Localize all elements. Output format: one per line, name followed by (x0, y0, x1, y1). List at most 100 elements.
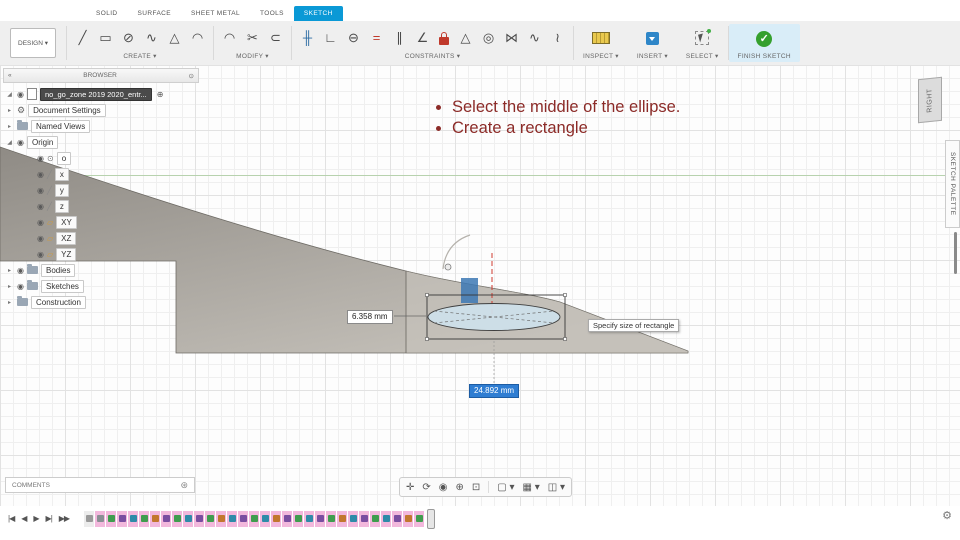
browser-item-YZ[interactable]: ◉ ▱ YZ (3, 246, 199, 262)
browser-item-z[interactable]: ◉ ╱ z (3, 198, 199, 214)
step-forward-button[interactable]: ▶| (46, 514, 53, 523)
select-cursor-icon[interactable] (695, 29, 712, 45)
timeline-feature-icon[interactable] (238, 510, 249, 527)
timeline-feature-icon[interactable] (348, 510, 359, 527)
corner-handle[interactable] (425, 293, 429, 297)
browser-item-named-views[interactable]: ▸ Named Views (3, 118, 199, 134)
visibility-eye-icon[interactable]: ◉ (37, 234, 44, 243)
timeline-feature-icon[interactable] (150, 510, 161, 527)
tab-solid[interactable]: SOLID (86, 6, 128, 21)
timeline-feature-icon[interactable] (205, 510, 216, 527)
create-group-label[interactable]: CREATE ▾ (123, 52, 156, 60)
select-group-label[interactable]: SELECT ▾ (686, 52, 719, 60)
smooth-icon[interactable]: ≀ (551, 27, 564, 49)
settings-gear-icon[interactable]: ⚙ (942, 509, 952, 522)
comments-options-icon[interactable]: ⊛ (180, 480, 188, 491)
collapse-arrow-icon[interactable]: ▸ (5, 283, 14, 290)
rectangle-icon[interactable]: ▭ (99, 27, 112, 49)
timeline-feature-icon[interactable] (117, 510, 128, 527)
browser-item-y[interactable]: ◉ ╱ y (3, 182, 199, 198)
insert-icon[interactable] (645, 31, 659, 45)
timeline-feature-icon[interactable] (392, 510, 403, 527)
design-dropdown[interactable]: DESIGN ▾ (10, 28, 56, 58)
finish-check-icon[interactable]: ✓ (756, 30, 773, 47)
blue-selection-highlight[interactable] (461, 278, 478, 303)
fix-icon[interactable] (439, 31, 449, 45)
browser-item-bodies[interactable]: ▸ ◉ Bodies (3, 262, 199, 278)
pan-icon[interactable]: ✛ (406, 482, 414, 493)
line-icon[interactable]: ╱ (76, 27, 89, 49)
display-settings-icon[interactable]: ▢ ▾ (497, 482, 514, 493)
horizontal-vertical-icon[interactable]: ╫ (301, 27, 314, 49)
collapse-arrow-icon[interactable]: ▸ (5, 107, 14, 114)
measure-icon[interactable] (591, 32, 610, 44)
timeline-feature-icon[interactable] (359, 510, 370, 527)
corner-handle[interactable] (563, 293, 567, 297)
timeline-feature-icon[interactable] (106, 510, 117, 527)
timeline-feature-icon[interactable] (403, 510, 414, 527)
visibility-eye-icon[interactable]: ◉ (37, 154, 44, 163)
visibility-eye-icon[interactable]: ◉ (17, 138, 24, 147)
insert-group-label[interactable]: INSERT ▾ (637, 52, 668, 60)
visibility-eye-icon[interactable]: ◉ (37, 250, 44, 259)
browser-item-sketches[interactable]: ▸ ◉ Sketches (3, 278, 199, 294)
browser-header[interactable]: « BROWSER ⊙ (3, 68, 199, 83)
polygon-icon[interactable]: △ (168, 27, 181, 49)
visibility-eye-icon[interactable]: ◉ (17, 90, 24, 99)
sketch-point-handle[interactable] (444, 263, 452, 271)
offset-icon[interactable]: ⊂ (269, 27, 282, 49)
browser-options-icon[interactable]: ⊙ (189, 72, 194, 80)
timeline-feature-icon[interactable] (183, 510, 194, 527)
visibility-eye-icon[interactable]: ◉ (17, 266, 24, 275)
expand-arrow-icon[interactable]: ◢ (5, 139, 14, 146)
inspect-group-label[interactable]: INSPECT ▾ (583, 52, 619, 60)
visibility-eye-icon[interactable]: ◉ (37, 186, 44, 195)
trim-icon[interactable]: ✂ (246, 27, 259, 49)
corner-handle[interactable] (425, 337, 429, 341)
visibility-eye-icon[interactable]: ◉ (37, 202, 44, 211)
sketch-palette-tab[interactable]: SKETCH PALETTE (945, 140, 960, 228)
collinear-icon[interactable]: ∠ (416, 27, 429, 49)
tab-surface[interactable]: SURFACE (128, 6, 182, 21)
timeline-feature-icon[interactable] (216, 510, 227, 527)
timeline-feature-icon[interactable] (139, 510, 150, 527)
timeline-feature-icon[interactable] (293, 510, 304, 527)
timeline-feature-icon[interactable] (271, 510, 282, 527)
browser-item-construction[interactable]: ▸ Construction (3, 294, 199, 310)
tab-sheet-metal[interactable]: SHEET METAL (181, 6, 250, 21)
timeline-feature-icon[interactable] (414, 510, 425, 527)
timeline-feature-icon[interactable] (249, 510, 260, 527)
browser-collapse-icon[interactable]: « (8, 72, 12, 79)
concentric-icon[interactable]: ◎ (482, 27, 495, 49)
tab-sketch[interactable]: SKETCH (293, 6, 343, 21)
timeline-feature-icon[interactable] (326, 510, 337, 527)
timeline-feature-icon[interactable] (370, 510, 381, 527)
dimension-width-field[interactable]: 6.358 mm (347, 310, 393, 324)
collapse-arrow-icon[interactable]: ▸ (5, 123, 14, 130)
browser-item-XY[interactable]: ◉ ▱ XY (3, 214, 199, 230)
timeline-feature-icon[interactable] (194, 510, 205, 527)
corner-handle[interactable] (563, 337, 567, 341)
look-at-icon[interactable]: ◉ (439, 482, 448, 493)
circle-icon[interactable]: ⊘ (122, 27, 135, 49)
arc-icon[interactable]: ◠ (191, 27, 204, 49)
orbit-icon[interactable]: ⟳ (422, 482, 430, 493)
visibility-eye-icon[interactable]: ◉ (37, 170, 44, 179)
collapse-arrow-icon[interactable]: ▸ (5, 299, 14, 306)
timeline-feature-icon[interactable] (337, 510, 348, 527)
view-cube-face-label[interactable]: RIGHT (927, 87, 934, 112)
dimension-height-field[interactable]: 24.892 mm (469, 384, 520, 398)
timeline-feature-icon[interactable] (161, 510, 172, 527)
timeline-feature-icon[interactable] (381, 510, 392, 527)
play-button[interactable]: ▶ (33, 514, 39, 523)
step-back-button[interactable]: ◀ (21, 514, 27, 523)
timeline-origin-icon[interactable] (84, 510, 95, 527)
spline-icon[interactable]: ∿ (145, 27, 158, 49)
visibility-eye-icon[interactable]: ◉ (17, 282, 24, 291)
collapse-arrow-icon[interactable]: ▸ (5, 267, 14, 274)
browser-item-XZ[interactable]: ◉ ▱ XZ (3, 230, 199, 246)
browser-item-origin[interactable]: ◢ ◉ Origin (3, 134, 199, 150)
parallel-icon[interactable]: ∥ (393, 27, 406, 49)
equal-icon[interactable]: = (370, 27, 383, 49)
go-to-end-button[interactable]: ▶▶ (59, 514, 70, 523)
